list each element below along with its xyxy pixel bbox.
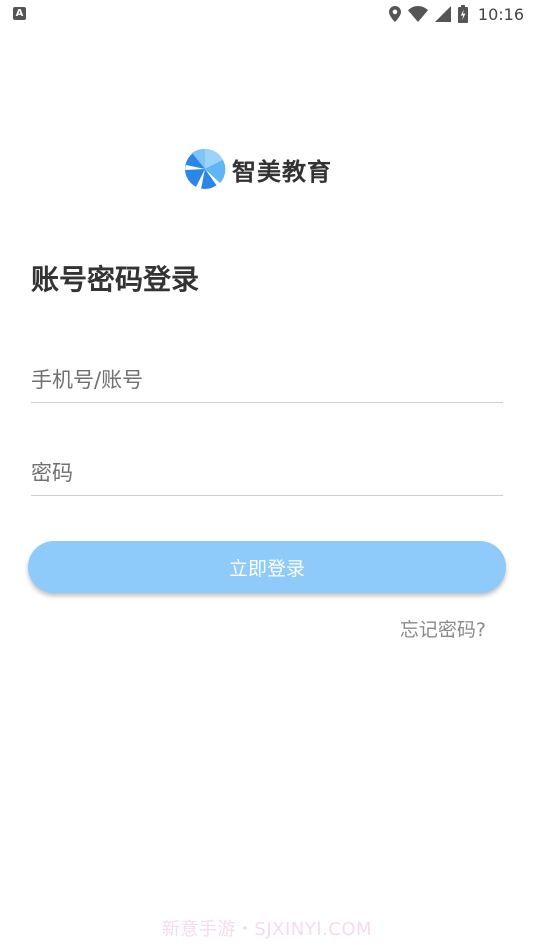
- notification-icon: A: [13, 7, 26, 20]
- account-input[interactable]: [31, 358, 503, 402]
- logo-mark-icon: [185, 148, 226, 189]
- location-icon: [388, 6, 401, 22]
- watermark: 新意手游・SJXINYI.COM: [161, 919, 373, 940]
- status-time: 10:16: [477, 4, 524, 24]
- status-icons: 10:16: [388, 4, 524, 24]
- forgot-password-link[interactable]: 忘记密码?: [400, 615, 486, 642]
- password-input[interactable]: [31, 451, 503, 495]
- password-field: [31, 451, 503, 496]
- page-title: 账号密码登录: [31, 263, 200, 296]
- logo-text: 智美教育: [232, 157, 332, 186]
- battery-charging-icon: [457, 5, 468, 23]
- login-button[interactable]: 立即登录: [28, 541, 506, 593]
- status-bar: A 10:16: [0, 0, 534, 28]
- app-logo: 智美教育: [184, 148, 332, 190]
- signal-icon: [434, 6, 451, 22]
- wifi-icon: [407, 6, 428, 22]
- account-field: [31, 358, 503, 403]
